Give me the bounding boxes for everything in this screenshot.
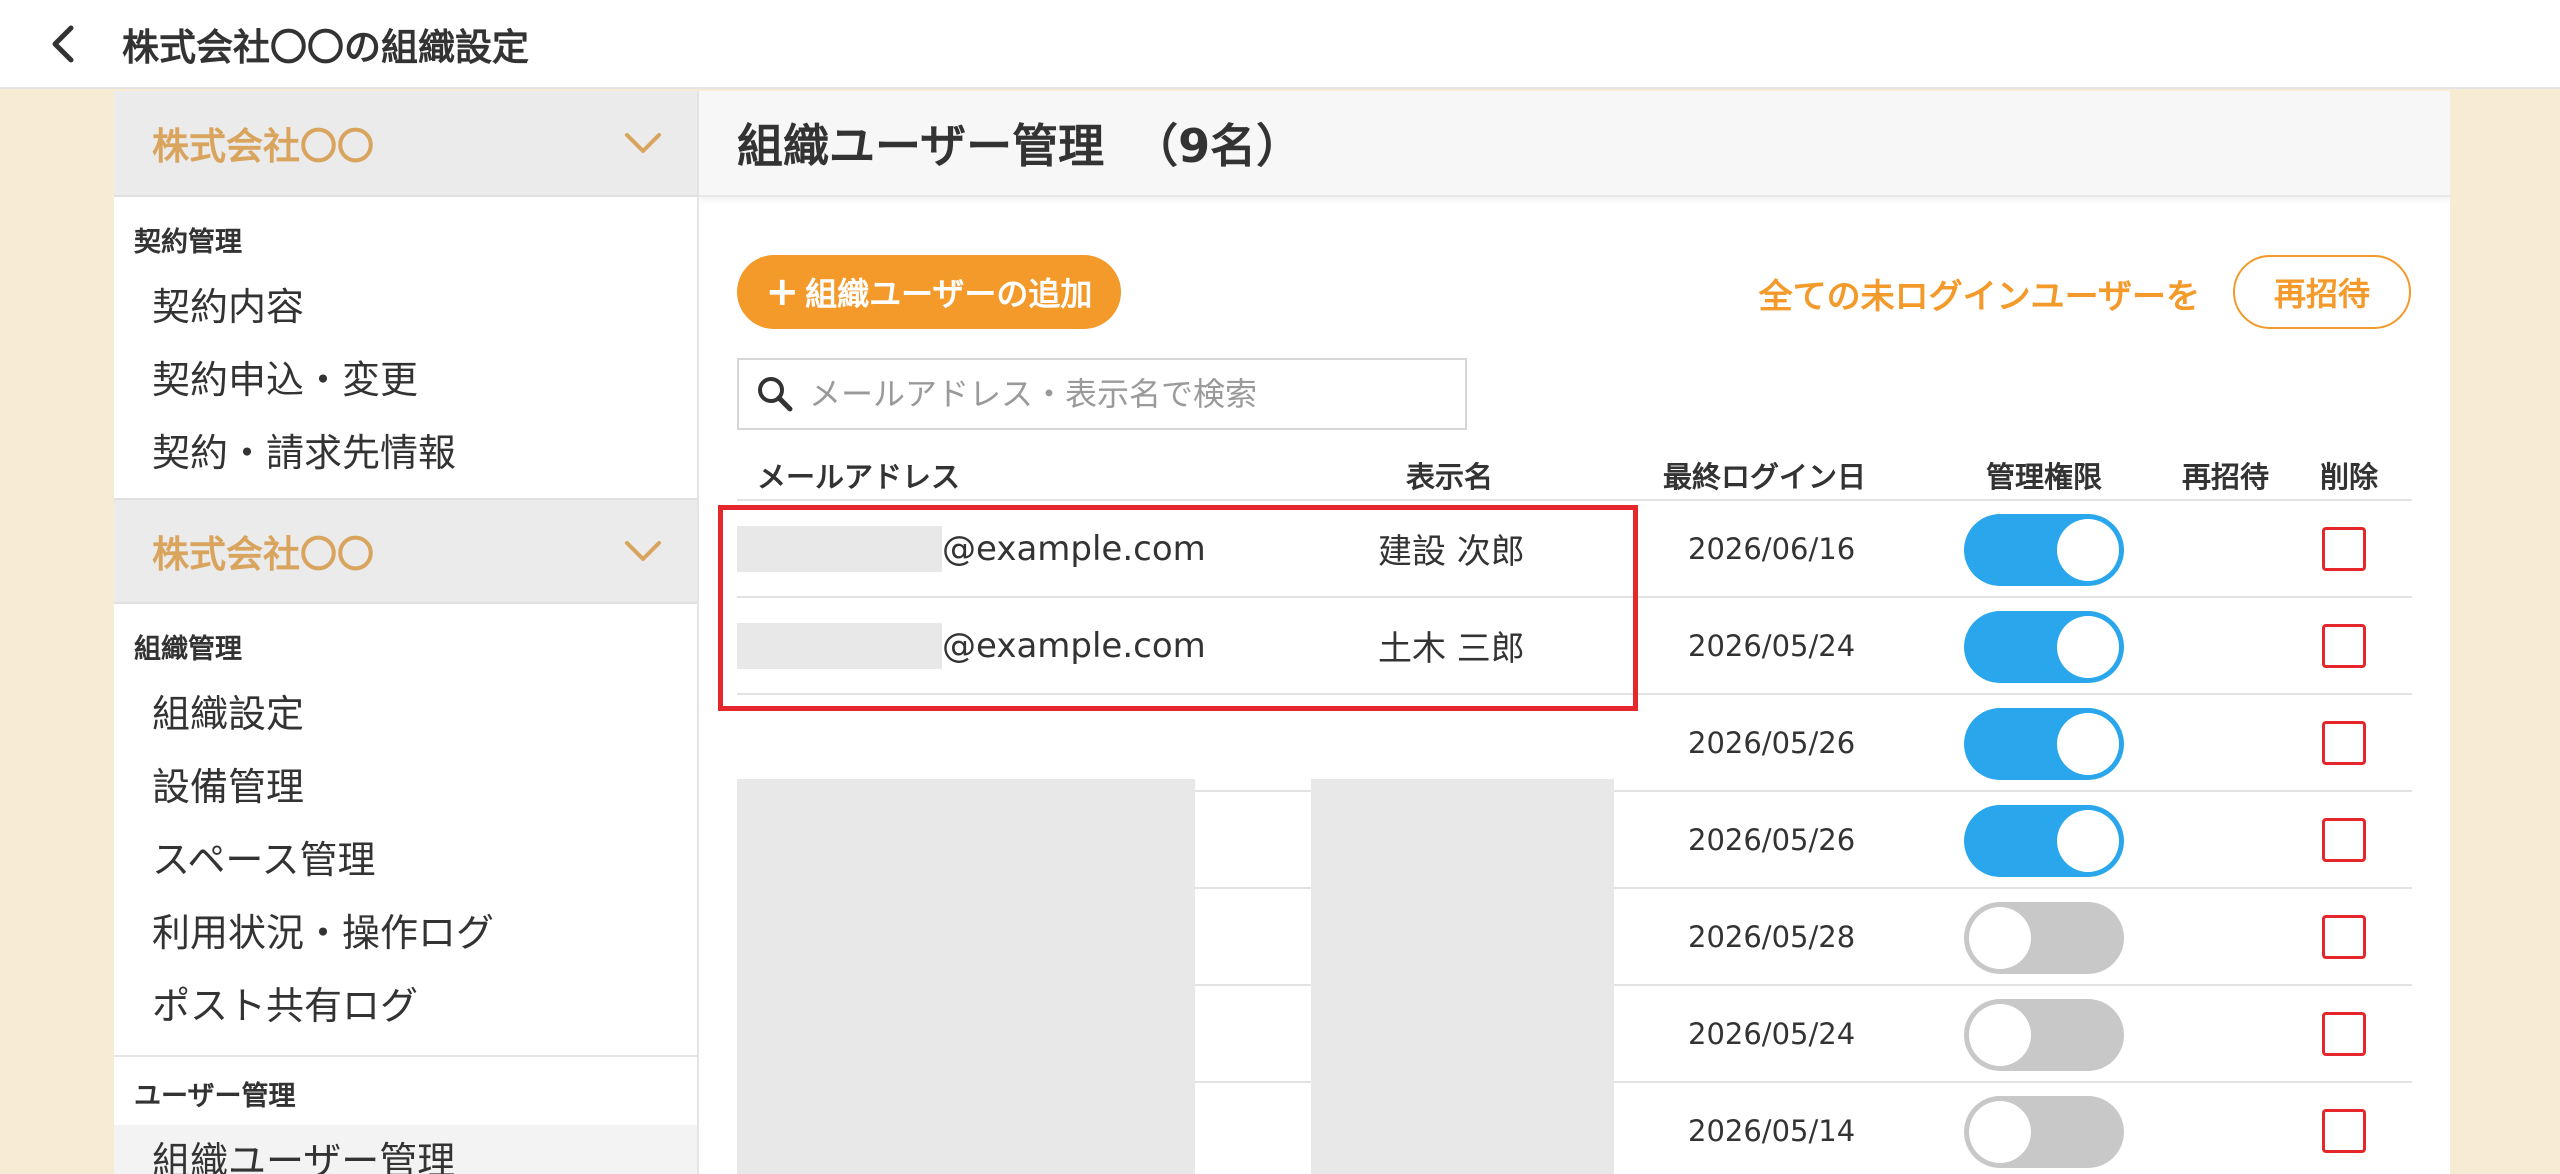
page-title: 株式会社〇〇の組織設定 xyxy=(122,25,529,69)
search-input[interactable] xyxy=(807,374,1411,414)
last-login-text: 2026/05/26 xyxy=(1688,725,1856,760)
main-header: 組織ユーザー管理 （9名） xyxy=(699,91,2450,197)
last-login-text: 2026/05/24 xyxy=(1688,1016,1856,1051)
sidebar-item-org-settings[interactable]: 組織設定 xyxy=(114,678,697,751)
section-title: 組織ユーザー管理 xyxy=(737,119,1105,173)
email-cell: @example.com xyxy=(737,501,1206,596)
sidebar-item-post-share-log[interactable]: ポスト共有ログ xyxy=(114,970,697,1043)
admin-toggle[interactable] xyxy=(1964,999,2124,1071)
table-row: @example.com 土木 三郎 2026/05/24 xyxy=(737,598,2412,695)
header-delete: 削除 xyxy=(2320,460,2379,494)
users-table: メールアドレス 表示名 最終ログイン日 管理権限 再招待 削除 @example… xyxy=(737,457,2412,1174)
main-panel: 組織ユーザー管理 （9名） + 組織ユーザーの追加 全ての未ログインユーザーを … xyxy=(699,91,2450,1174)
search-box xyxy=(737,358,1467,430)
sidebar: 株式会社〇〇 契約管理 契約内容 契約申込・変更 契約・請求先情報 株式会社〇〇… xyxy=(114,91,699,1174)
delete-checkbox[interactable] xyxy=(2322,1012,2366,1056)
header-last-login: 最終ログイン日 xyxy=(1663,460,1867,494)
last-login-cell: 2026/05/28 xyxy=(1688,889,1855,984)
reinvite-all-label: 全ての未ログインユーザーを xyxy=(1758,277,2200,317)
sidebar-item-equipment[interactable]: 設備管理 xyxy=(114,751,697,824)
plus-icon: + xyxy=(765,269,800,315)
table-row: 2026/05/26 xyxy=(737,695,2412,792)
sidebar-item-org-users[interactable]: 組織ユーザー管理 xyxy=(114,1125,697,1174)
chevron-down-icon xyxy=(625,133,661,153)
admin-toggle[interactable] xyxy=(1964,1096,2124,1168)
back-button[interactable] xyxy=(32,12,96,76)
delete-checkbox[interactable] xyxy=(2322,1109,2366,1153)
sidebar-item-contract-details[interactable]: 契約内容 xyxy=(114,271,697,344)
email-cell: @example.com xyxy=(737,598,1206,693)
header-reinvite: 再招待 xyxy=(2182,460,2270,494)
table-row: @example.com 建設 次郎 2026/06/16 xyxy=(737,501,2412,598)
redacted-block xyxy=(737,779,1195,1174)
last-login-cell: 2026/05/14 xyxy=(1688,1083,1855,1174)
sidebar-item-usage-log[interactable]: 利用状況・操作ログ xyxy=(114,897,697,970)
delete-checkbox[interactable] xyxy=(2322,527,2366,571)
redacted-block xyxy=(1311,779,1614,1174)
email-text: @example.com xyxy=(942,625,1206,666)
admin-toggle[interactable] xyxy=(1964,805,2124,877)
admin-toggle[interactable] xyxy=(1964,514,2124,586)
last-login-cell: 2026/05/24 xyxy=(1688,598,1855,693)
toggle-knob xyxy=(1969,907,2031,969)
toggle-knob xyxy=(1969,1101,2031,1163)
display-name-cell: 建設 次郎 xyxy=(1378,501,1525,596)
last-login-text: 2026/05/14 xyxy=(1688,1113,1856,1148)
toggle-knob xyxy=(2057,810,2119,872)
sidebar-item-contract-apply[interactable]: 契約申込・変更 xyxy=(114,344,697,417)
last-login-cell: 2026/06/16 xyxy=(1688,501,1855,596)
chevron-left-icon xyxy=(52,25,74,62)
reinvite-all-button[interactable]: 再招待 xyxy=(2233,255,2411,329)
toggle-knob xyxy=(2057,713,2119,775)
display-name-text: 土木 三郎 xyxy=(1378,629,1525,669)
last-login-text: 2026/05/24 xyxy=(1688,628,1856,663)
delete-checkbox[interactable] xyxy=(2322,624,2366,668)
toggle-knob xyxy=(2057,616,2119,678)
last-login-cell: 2026/05/26 xyxy=(1688,695,1855,790)
toggle-knob xyxy=(1969,1004,2031,1066)
org-name: 株式会社〇〇 xyxy=(152,533,374,576)
email-text: @example.com xyxy=(942,528,1206,569)
display-name-cell: 土木 三郎 xyxy=(1378,598,1525,693)
chevron-down-icon xyxy=(625,541,661,561)
delete-checkbox[interactable] xyxy=(2322,818,2366,862)
redacted-block xyxy=(737,525,942,572)
user-count: （9名） xyxy=(1132,119,1303,173)
search-icon xyxy=(751,370,799,418)
last-login-cell: 2026/05/24 xyxy=(1688,986,1855,1081)
add-user-label: 組織ユーザーの追加 xyxy=(805,275,1093,313)
toggle-knob xyxy=(2057,519,2119,581)
header-admin: 管理権限 xyxy=(1986,460,2103,494)
delete-checkbox[interactable] xyxy=(2322,721,2366,765)
org-header-2[interactable]: 株式会社〇〇 xyxy=(114,498,697,604)
last-login-text: 2026/05/26 xyxy=(1688,822,1856,857)
org-name: 株式会社〇〇 xyxy=(152,125,374,168)
org-header-1[interactable]: 株式会社〇〇 xyxy=(114,91,697,197)
section-label-contract: 契約管理 xyxy=(134,227,242,258)
sidebar-item-space[interactable]: スペース管理 xyxy=(114,824,697,897)
header-display-name: 表示名 xyxy=(1406,460,1494,494)
redacted-block xyxy=(737,622,942,669)
section-label-org: 組織管理 xyxy=(134,634,242,665)
top-bar: 株式会社〇〇の組織設定 xyxy=(0,0,2560,89)
last-login-text: 2026/06/16 xyxy=(1688,531,1856,566)
table-header: メールアドレス 表示名 最終ログイン日 管理権限 再招待 削除 xyxy=(737,457,2412,501)
delete-checkbox[interactable] xyxy=(2322,915,2366,959)
admin-toggle[interactable] xyxy=(1964,902,2124,974)
section-label-users: ユーザー管理 xyxy=(134,1081,296,1112)
header-email: メールアドレス xyxy=(757,460,961,494)
add-user-button[interactable]: + 組織ユーザーの追加 xyxy=(737,255,1121,329)
display-name-text: 建設 次郎 xyxy=(1378,532,1525,572)
admin-toggle[interactable] xyxy=(1964,611,2124,683)
admin-toggle[interactable] xyxy=(1964,708,2124,780)
sidebar-item-billing-info[interactable]: 契約・請求先情報 xyxy=(114,417,697,490)
last-login-cell: 2026/05/26 xyxy=(1688,792,1855,887)
last-login-text: 2026/05/28 xyxy=(1688,919,1856,954)
